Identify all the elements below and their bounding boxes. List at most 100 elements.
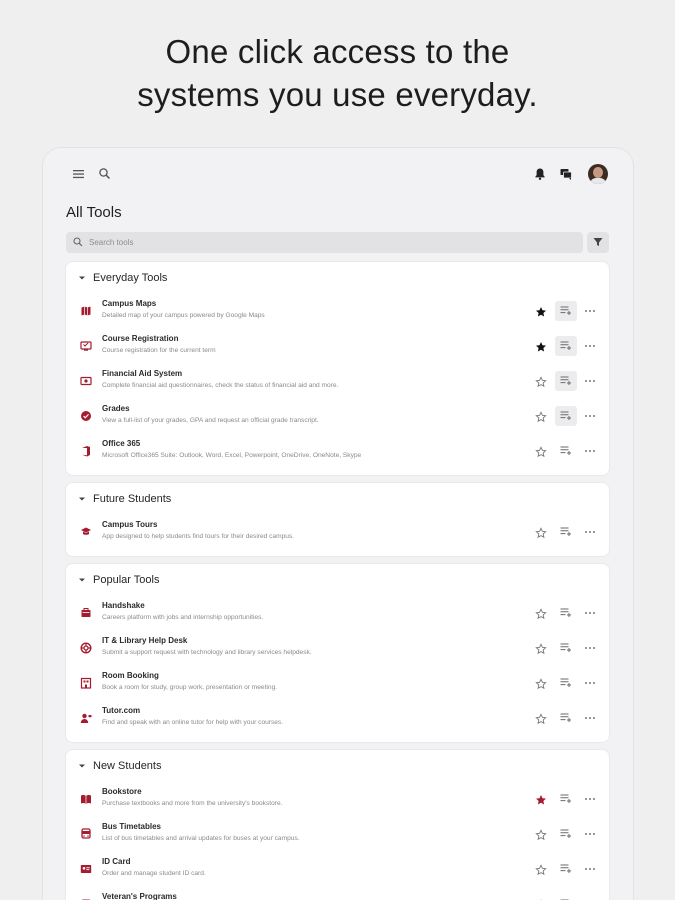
star-outline-icon[interactable] [535, 829, 547, 841]
collapse-chevron-icon[interactable] [78, 275, 86, 281]
star-outline-icon[interactable] [535, 411, 547, 423]
star-filled-icon[interactable] [535, 794, 547, 806]
bookstore-icon [81, 794, 91, 804]
quick-access-button[interactable] [555, 441, 577, 461]
section-padding [66, 469, 609, 475]
more-options-icon[interactable] [584, 716, 596, 720]
tool-description: Find and speak with an online tutor for … [102, 719, 284, 726]
star-outline-icon[interactable] [535, 864, 547, 876]
section-header[interactable]: New Students [66, 750, 609, 782]
tool-name[interactable]: Veteran's Programs [102, 892, 177, 900]
collapse-chevron-icon[interactable] [78, 496, 86, 502]
tool-description: Detailed map of your campus powered by G… [102, 312, 265, 319]
menu-icon[interactable] [71, 166, 87, 182]
tool-row-course-registration[interactable]: Course Registration Course registration f… [66, 329, 609, 364]
tool-name[interactable]: Handshake [102, 601, 145, 610]
quick-access-button[interactable] [555, 894, 577, 900]
tool-row-financial-aid-system[interactable]: Financial Aid System Complete financial a… [66, 364, 609, 399]
more-options-icon[interactable] [584, 611, 596, 615]
course-icon [80, 341, 92, 351]
id-card-icon [80, 865, 92, 873]
search-icon[interactable] [97, 166, 113, 182]
headline-line-2: systems you use everyday. [137, 76, 538, 113]
quick-access-button[interactable] [555, 859, 577, 879]
tool-description: Complete financial aid questionnaires, c… [102, 382, 339, 389]
tool-row-room-booking[interactable]: Room Booking Book a room for study, group… [66, 666, 609, 701]
quick-access-button[interactable] [555, 708, 577, 728]
star-filled-icon[interactable] [535, 306, 547, 318]
quick-access-button[interactable] [555, 371, 577, 391]
tool-row-office-365[interactable]: Office 365 Microsoft Office365 Suite: Out… [66, 434, 609, 469]
tool-name[interactable]: Campus Tours [102, 520, 157, 529]
avatar[interactable] [588, 164, 608, 184]
collapse-chevron-icon[interactable] [78, 763, 86, 769]
map-icon [81, 306, 91, 316]
tool-name[interactable]: Room Booking [102, 671, 159, 680]
more-options-icon[interactable] [584, 344, 596, 348]
tool-name[interactable]: Campus Maps [102, 299, 156, 308]
filter-button[interactable] [587, 232, 609, 253]
headline: One click access to the systems you use … [0, 30, 675, 116]
tool-name[interactable]: Bus Timetables [102, 822, 161, 831]
more-options-icon[interactable] [584, 797, 596, 801]
quick-access-button[interactable] [555, 673, 577, 693]
tool-row-bus-timetables[interactable]: Bus Timetables List of bus timetables and… [66, 817, 609, 852]
star-outline-icon[interactable] [535, 713, 547, 725]
tool-row-id-card[interactable]: ID Card Order and manage student ID card. [66, 852, 609, 887]
tool-row-grades[interactable]: Grades View a full-list of your grades, G… [66, 399, 609, 434]
more-options-icon[interactable] [584, 530, 596, 534]
star-outline-icon[interactable] [535, 643, 547, 655]
chat-icon[interactable] [558, 166, 574, 182]
section-header[interactable]: Popular Tools [66, 564, 609, 596]
quick-access-button[interactable] [555, 638, 577, 658]
playlist-add-icon [560, 306, 571, 315]
star-filled-icon[interactable] [535, 341, 547, 353]
notification-bell-icon[interactable] [532, 166, 548, 182]
tool-name[interactable]: Office 365 [102, 439, 140, 448]
tool-row-campus-maps[interactable]: Campus Maps Detailed map of your campus p… [66, 294, 609, 329]
more-options-icon[interactable] [584, 867, 596, 871]
tool-name[interactable]: IT & Library Help Desk [102, 636, 187, 645]
more-options-icon[interactable] [584, 681, 596, 685]
more-options-icon[interactable] [584, 414, 596, 418]
star-outline-icon[interactable] [535, 608, 547, 620]
star-outline-icon[interactable] [535, 376, 547, 388]
tool-name[interactable]: Bookstore [102, 787, 142, 796]
tool-name[interactable]: Tutor.com [102, 706, 140, 715]
quick-access-button[interactable] [555, 336, 577, 356]
more-options-icon[interactable] [584, 309, 596, 313]
star-outline-icon[interactable] [535, 678, 547, 690]
search-input[interactable] [89, 232, 569, 253]
quick-access-button[interactable] [555, 789, 577, 809]
tutor-icon [80, 713, 92, 723]
section-header[interactable]: Future Students [66, 483, 609, 515]
more-options-icon[interactable] [584, 646, 596, 650]
tool-row-handshake[interactable]: Handshake Careers platform with jobs and … [66, 596, 609, 631]
tool-name[interactable]: Financial Aid System [102, 369, 182, 378]
quick-access-button[interactable] [555, 603, 577, 623]
tool-name[interactable]: ID Card [102, 857, 130, 866]
tool-name[interactable]: Course Registration [102, 334, 178, 343]
more-options-icon[interactable] [584, 449, 596, 453]
tool-row-bookstore[interactable]: Bookstore Purchase textbooks and more fro… [66, 782, 609, 817]
playlist-add-icon [560, 678, 571, 687]
tool-name[interactable]: Grades [102, 404, 130, 413]
tool-row-tutor-com[interactable]: Tutor.com Find and speak with an online t… [66, 701, 609, 736]
more-options-icon[interactable] [584, 832, 596, 836]
more-options-icon[interactable] [584, 379, 596, 383]
star-outline-icon[interactable] [535, 527, 547, 539]
tool-row-it-library-help-desk[interactable]: IT & Library Help Desk Submit a support r… [66, 631, 609, 666]
tool-row-campus-tours[interactable]: Campus Tours App designed to help student… [66, 515, 609, 550]
playlist-add-icon [560, 411, 571, 420]
search-bar[interactable] [66, 232, 583, 253]
star-outline-icon[interactable] [535, 446, 547, 458]
collapse-chevron-icon[interactable] [78, 577, 86, 583]
handshake-icon [81, 608, 91, 617]
tool-row-veteran-s-programs[interactable]: Veteran's Programs [66, 887, 609, 900]
section-header[interactable]: Everyday Tools [66, 262, 609, 294]
quick-access-button[interactable] [555, 406, 577, 426]
tool-description: List of bus timetables and arrival updat… [102, 835, 300, 842]
quick-access-button[interactable] [555, 522, 577, 542]
quick-access-button[interactable] [555, 824, 577, 844]
quick-access-button[interactable] [555, 301, 577, 321]
